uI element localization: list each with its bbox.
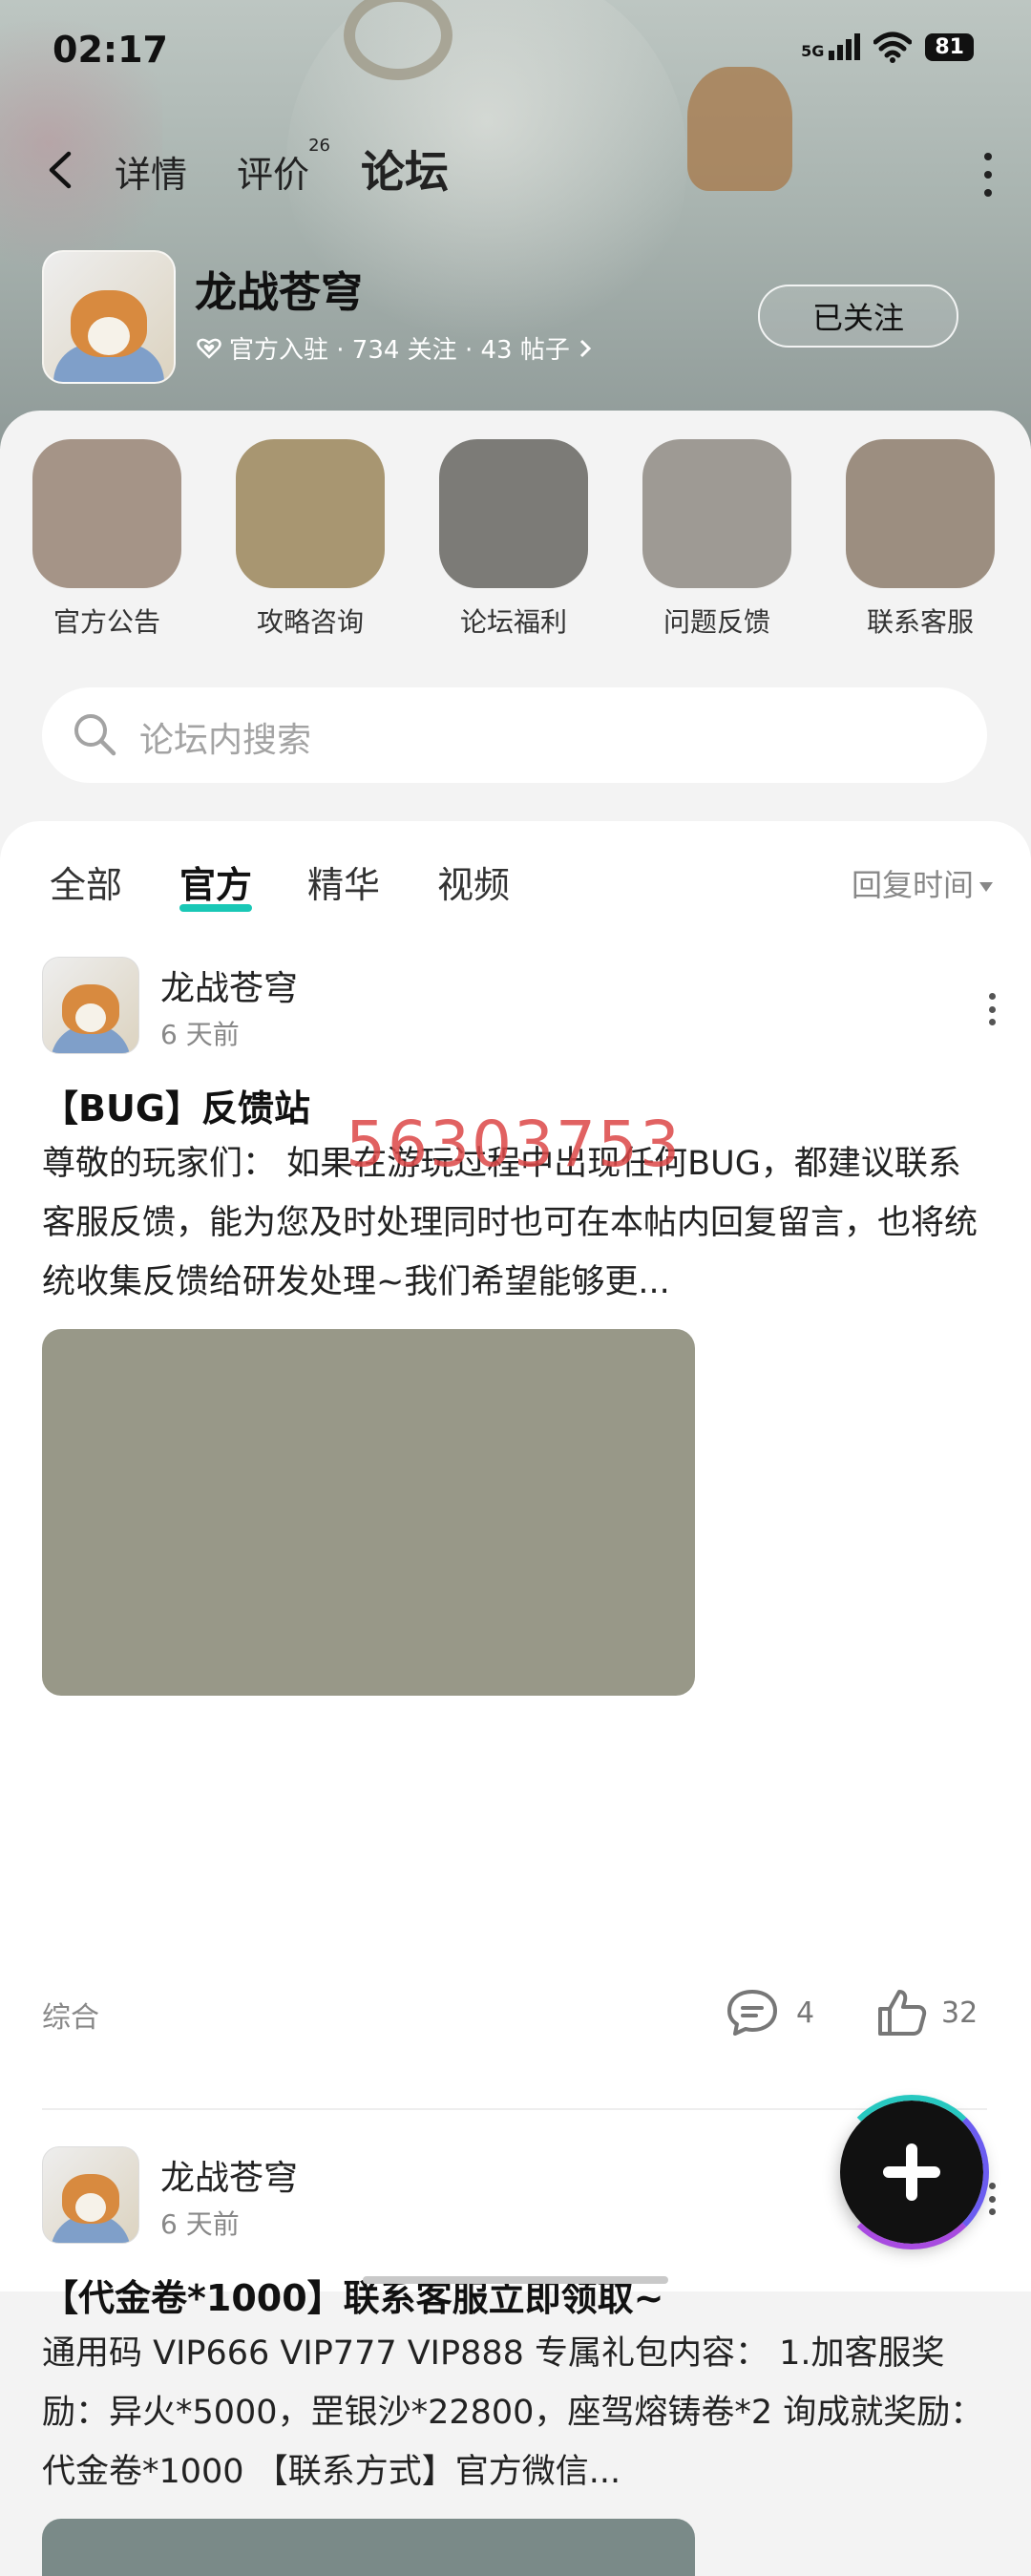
game-meta-text: 官方入驻 · 734 关注 · 43 帖子 — [229, 336, 570, 365]
active-filter-underline — [179, 904, 252, 912]
create-post-button[interactable] — [834, 2095, 989, 2249]
post-time: 6 天前 — [160, 1019, 240, 1050]
game-meta-link[interactable]: 官方入驻 · 734 关注 · 43 帖子 — [197, 330, 593, 366]
forum-panel: 官方公告 攻略咨询 论坛福利 问题反馈 联系客服 论坛内搜索 全部 官方 精华 … — [0, 411, 1031, 2576]
post-title[interactable]: 【BUG】反馈站 — [42, 1079, 310, 1131]
filter-tab-featured[interactable]: 精华 — [307, 855, 380, 908]
avatar[interactable] — [42, 957, 139, 1054]
filter-tab-video[interactable]: 视频 — [437, 855, 510, 908]
post-footer: 综合 4 32 — [0, 1988, 1031, 2045]
verified-heart-icon — [197, 338, 221, 359]
post-category[interactable]: 综合 — [42, 1994, 99, 2036]
search-icon — [74, 714, 116, 756]
back-arrow-icon[interactable] — [46, 151, 74, 189]
post-time: 6 天前 — [160, 2208, 240, 2240]
tab-reviews[interactable]: 评价 26 — [237, 136, 330, 198]
shortcut-icon — [32, 439, 181, 588]
post-image[interactable] — [42, 1329, 695, 1696]
comment-button[interactable]: 4 — [726, 1988, 814, 2038]
post-body[interactable]: 通用码 VIP666 VIP777 VIP888 专属礼包内容： 1.加客服奖励… — [42, 2324, 987, 2502]
feed-filter-tabs: 全部 官方 精华 视频 回复时间 — [0, 855, 1031, 922]
watermark-text: 56303753 — [346, 1108, 682, 1181]
forum-shortcuts: 官方公告 攻略咨询 论坛福利 问题反馈 联系客服 — [0, 439, 1031, 659]
like-count: 32 — [941, 1995, 978, 2030]
shortcut-icon — [642, 439, 791, 588]
tab-details[interactable]: 详情 — [115, 145, 187, 198]
post-author[interactable]: 龙战苍穹 — [160, 961, 298, 1010]
shortcut-official-announcement[interactable]: 官方公告 — [11, 439, 202, 640]
like-button[interactable]: 32 — [876, 1988, 978, 2038]
shortcut-icon — [846, 439, 995, 588]
status-time: 02:17 — [53, 29, 168, 71]
network-type: 5G — [801, 42, 825, 60]
more-options-icon[interactable] — [983, 153, 993, 197]
comment-icon — [727, 1990, 777, 2036]
game-info: 龙战苍穹 官方入驻 · 734 关注 · 43 帖子 已关注 — [42, 250, 997, 384]
avatar[interactable] — [42, 2146, 139, 2244]
post-divider — [42, 2108, 987, 2110]
shortcut-customer-service[interactable]: 联系客服 — [825, 439, 1016, 640]
cellular-signal-icon: 5G — [801, 33, 861, 60]
game-title: 龙战苍穹 — [195, 268, 363, 317]
search-placeholder: 论坛内搜索 — [139, 721, 312, 760]
filter-tab-all[interactable]: 全部 — [50, 855, 122, 908]
game-icon[interactable] — [42, 250, 176, 384]
reviews-count-badge: 26 — [308, 136, 331, 156]
post-image[interactable] — [42, 2519, 695, 2576]
dropdown-arrow-icon — [979, 882, 993, 892]
comment-count: 4 — [796, 1995, 815, 2030]
post-card[interactable]: 龙战苍穹 6 天前 【BUG】反馈站 尊敬的玩家们： 如果在游玩过程中出现任何B… — [0, 957, 1031, 1696]
shortcut-benefits[interactable]: 论坛福利 — [418, 439, 609, 640]
post-more-icon[interactable] — [987, 993, 997, 1025]
follow-button[interactable]: 已关注 — [758, 285, 958, 348]
top-navigation: 详情 评价 26 论坛 — [0, 134, 1031, 210]
battery-indicator: 81 — [925, 32, 974, 61]
post-author[interactable]: 龙战苍穹 — [160, 2150, 298, 2200]
gesture-bar[interactable] — [363, 2276, 668, 2284]
shortcut-strategy[interactable]: 攻略咨询 — [215, 439, 406, 640]
shortcut-feedback[interactable]: 问题反馈 — [621, 439, 812, 640]
tab-forum[interactable]: 论坛 — [361, 137, 449, 204]
wifi-icon — [873, 32, 913, 63]
post-feed: 全部 官方 精华 视频 回复时间 龙战苍穹 6 天前 【BUG】反馈站 尊敬的玩… — [0, 821, 1031, 2576]
shortcut-icon — [439, 439, 588, 588]
sort-dropdown[interactable]: 回复时间 — [852, 861, 993, 905]
shortcut-icon — [236, 439, 385, 588]
thumbs-up-icon — [878, 1990, 927, 2036]
filter-tab-official[interactable]: 官方 — [179, 855, 252, 912]
post-more-icon[interactable] — [987, 2183, 997, 2215]
forum-search-bar[interactable]: 论坛内搜索 — [42, 687, 987, 783]
status-bar: 02:17 5G 81 — [0, 0, 1031, 105]
chevron-right-icon — [579, 339, 591, 357]
